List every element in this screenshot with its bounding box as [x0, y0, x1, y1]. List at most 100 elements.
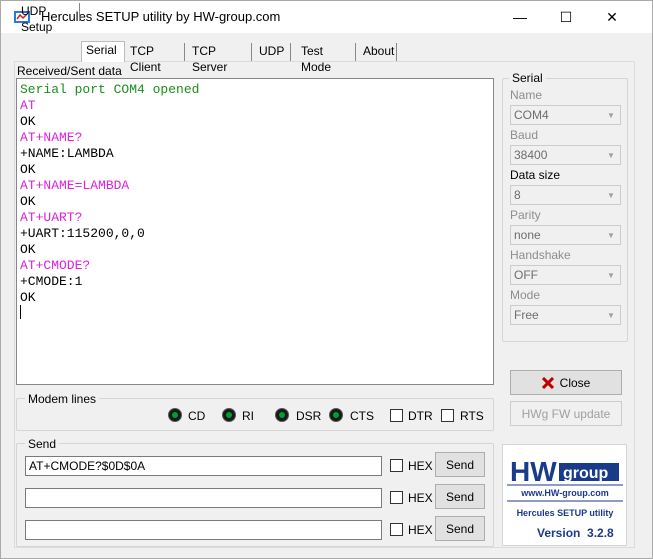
cd-label: CD [188, 409, 206, 423]
maximize-icon: ☐ [559, 8, 573, 25]
baud-label: Baud [510, 128, 539, 142]
close-button-label: Close [559, 375, 591, 390]
dtr-label: DTR [408, 409, 433, 423]
baud-select[interactable]: 38400 ▼ [510, 145, 621, 165]
tab-label: Test Mode [301, 44, 332, 74]
hwg-fw-update-button[interactable]: HWg FW update [510, 401, 622, 426]
received-sent-data-area[interactable]: Serial port COM4 opened AT OK AT+NAME? +NAME… [16, 78, 494, 385]
send-group-title: Send [25, 437, 60, 451]
tab-udp[interactable]: UDP [255, 43, 291, 61]
chevron-down-icon: ▼ [603, 227, 619, 243]
chevron-down-icon: ▼ [603, 107, 619, 123]
data-size-value: 8 [514, 188, 521, 202]
ri-label: RI [242, 409, 254, 423]
tab-serial[interactable]: Serial [81, 41, 125, 62]
terminal-line: Serial port COM4 opened [20, 82, 200, 97]
logo-site-text: www.HW-group.com [520, 488, 608, 498]
close-x-icon [541, 376, 554, 389]
parity-label: Parity [510, 208, 541, 222]
logo-product-text: Hercules SETUP utility [517, 508, 614, 518]
tab-test-mode[interactable]: Test Mode [297, 43, 356, 74]
minimize-button[interactable]: — [497, 1, 543, 33]
tab-udp-setup[interactable]: UDP Setup [17, 3, 80, 34]
modem-lines-title: Modem lines [25, 392, 100, 406]
dsr-indicator [275, 408, 289, 422]
terminal-line: OK [20, 114, 36, 129]
terminal-line: AT+UART? [20, 210, 83, 225]
tab-label: UDP Setup [21, 4, 53, 34]
send-button-label: Send [445, 489, 475, 504]
mode-value: Free [514, 308, 539, 322]
port-name-select[interactable]: COM4 ▼ [510, 105, 621, 125]
hex-checkbox-2[interactable] [390, 491, 403, 504]
baud-value: 38400 [514, 148, 548, 162]
tab-label: TCP Client [130, 44, 161, 74]
maximize-button[interactable]: ☐ [543, 1, 589, 33]
mode-label: Mode [510, 288, 541, 302]
ri-indicator [222, 408, 236, 422]
close-icon: ✕ [606, 8, 618, 25]
hex-label: HEX [408, 523, 433, 537]
title-bar: Hercules SETUP utility by HW-group.com —… [1, 1, 652, 33]
hwg-fw-update-label: HWg FW update [521, 406, 611, 421]
close-port-button[interactable]: Close [510, 370, 622, 395]
cd-indicator [168, 408, 182, 422]
send-input-3[interactable] [25, 520, 382, 540]
terminal-line: AT+NAME? [20, 130, 83, 145]
tab-label: UDP [259, 44, 285, 58]
send-button-2[interactable]: Send [435, 484, 485, 509]
data-size-label: Data size [510, 168, 561, 182]
cts-label: CTS [350, 409, 374, 423]
terminal-line: +NAME:LAMBDA [20, 146, 114, 161]
name-label: Name [510, 88, 543, 102]
serial-group-title: Serial [509, 71, 546, 85]
chevron-down-icon: ▼ [603, 147, 619, 163]
terminal-line: +UART:115200,0,0 [20, 226, 145, 241]
chevron-down-icon: ▼ [603, 307, 619, 323]
app-window: Hercules SETUP utility by HW-group.com —… [0, 0, 653, 559]
text-cursor [20, 305, 21, 319]
tab-label: TCP Server [192, 44, 228, 74]
terminal-line: OK [20, 194, 36, 209]
dsr-label: DSR [296, 409, 322, 423]
tab-about[interactable]: About [359, 43, 397, 61]
send-button-label: Send [445, 457, 475, 472]
tab-label: About [363, 44, 395, 58]
chevron-down-icon: ▼ [603, 267, 619, 283]
dtr-checkbox[interactable] [390, 409, 403, 422]
hw-group-logo[interactable]: HW group www.HW-group.com Hercules SETUP… [502, 444, 627, 546]
logo-group-text: group [563, 465, 609, 482]
received-sent-label: Received/Sent data [17, 64, 122, 78]
mode-select[interactable]: Free ▼ [510, 305, 621, 325]
rts-label: RTS [460, 409, 484, 423]
hex-checkbox-3[interactable] [390, 523, 403, 536]
hex-checkbox-1[interactable] [390, 459, 403, 472]
send-input-1[interactable]: AT+CMODE?$0D$0A [25, 456, 382, 476]
terminal-line: OK [20, 162, 36, 177]
terminal-line: +CMODE:1 [20, 274, 83, 289]
handshake-select[interactable]: OFF ▼ [510, 265, 621, 285]
terminal-line: AT+CMODE? [20, 258, 91, 273]
cts-indicator [329, 408, 343, 422]
hex-label: HEX [408, 459, 433, 473]
handshake-label: Handshake [510, 248, 571, 262]
rts-checkbox[interactable] [441, 409, 454, 422]
terminal-line: OK [20, 242, 36, 257]
terminal-line: AT+NAME=LAMBDA [20, 178, 130, 193]
parity-select[interactable]: none ▼ [510, 225, 621, 245]
parity-value: none [514, 228, 541, 242]
send-button-1[interactable]: Send [435, 452, 485, 477]
send-input-2[interactable] [25, 488, 382, 508]
logo-version-text: Version 3.2.8 [537, 526, 614, 540]
handshake-value: OFF [514, 268, 538, 282]
close-window-button[interactable]: ✕ [589, 1, 635, 33]
send-button-3[interactable]: Send [435, 516, 485, 541]
tab-tcp-server[interactable]: TCP Server [188, 43, 252, 74]
send-input-value: AT+CMODE?$0D$0A [29, 459, 146, 473]
tab-tcp-client[interactable]: TCP Client [126, 43, 185, 74]
logo-hw-text: HW [510, 456, 557, 487]
hex-label: HEX [408, 491, 433, 505]
minimize-icon: — [513, 9, 527, 25]
chevron-down-icon: ▼ [603, 187, 619, 203]
data-size-select[interactable]: 8 ▼ [510, 185, 621, 205]
